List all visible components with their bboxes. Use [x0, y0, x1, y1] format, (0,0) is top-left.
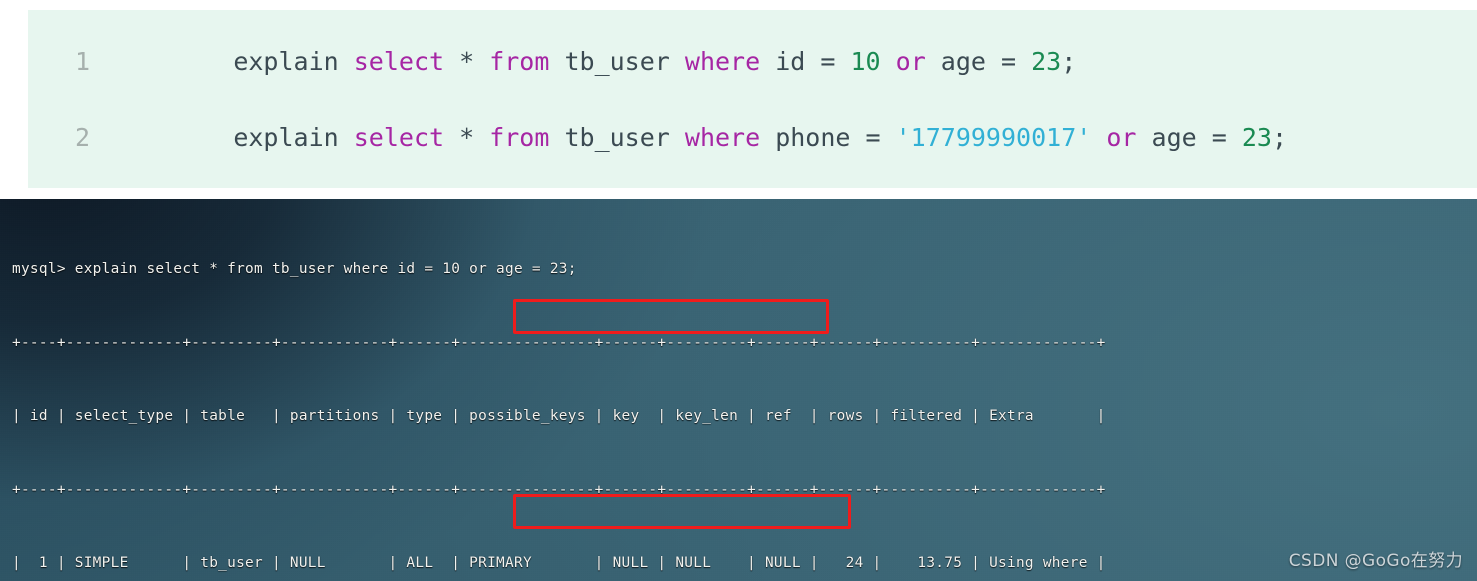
code-token-keyword: where: [684, 46, 761, 76]
code-token: tb_user: [549, 46, 685, 76]
csdn-watermark: CSDN @GoGo在努力: [1288, 551, 1463, 571]
code-token-keyword: select: [353, 46, 445, 76]
code-token-keyword: or: [1106, 122, 1137, 152]
line-number-2: 2: [74, 122, 90, 152]
code-token-string: '17799990017': [895, 122, 1092, 152]
code-token-keyword: where: [684, 122, 761, 152]
code-token: ;: [1271, 122, 1287, 152]
terminal-table-separator: +----+-------------+---------+----------…: [12, 334, 1106, 351]
code-token: tb_user: [549, 122, 685, 152]
code-line-1-text: explain select * from tb_user where id =…: [90, 18, 1076, 105]
code-token-keyword: or: [895, 46, 926, 76]
code-token: age =: [1136, 122, 1242, 152]
code-token-keyword: from: [489, 122, 550, 152]
code-token-keyword: from: [489, 46, 550, 76]
terminal-table-separator: +----+-------------+---------+----------…: [12, 481, 1106, 498]
code-token: id =: [760, 46, 851, 76]
code-token: *: [444, 122, 490, 152]
terminal-prompt-line: mysql> explain select * from tb_user whe…: [12, 261, 577, 277]
code-token: ;: [1061, 46, 1077, 76]
code-token: explain: [233, 122, 354, 152]
terminal-table-header: | id | select_type | table | partitions …: [12, 408, 1106, 424]
code-token: phone =: [760, 122, 896, 152]
code-line-2-text: explain select * from tb_user where phon…: [90, 94, 1287, 181]
code-token-number: 10: [850, 46, 881, 76]
code-token: explain: [233, 46, 354, 76]
code-token-keyword: select: [353, 122, 445, 152]
terminal-table-row: | 1 | SIMPLE | tb_user | NULL | ALL | PR…: [12, 555, 1106, 571]
line-number-1: 1: [74, 46, 90, 76]
code-token-number: 23: [1241, 122, 1272, 152]
mysql-terminal-output: mysql> explain select * from tb_user whe…: [0, 199, 1477, 581]
code-token: age =: [925, 46, 1032, 76]
terminal-text-area: mysql> explain select * from tb_user whe…: [12, 208, 1115, 581]
code-line-2: 2 explain select * from tb_user where ph…: [28, 118, 1477, 156]
code-line-1: 1 explain select * from tb_user where id…: [28, 42, 1477, 80]
code-token: *: [444, 46, 490, 76]
sql-code-block: 1 explain select * from tb_user where id…: [28, 10, 1477, 188]
code-token-number: 23: [1031, 46, 1062, 76]
